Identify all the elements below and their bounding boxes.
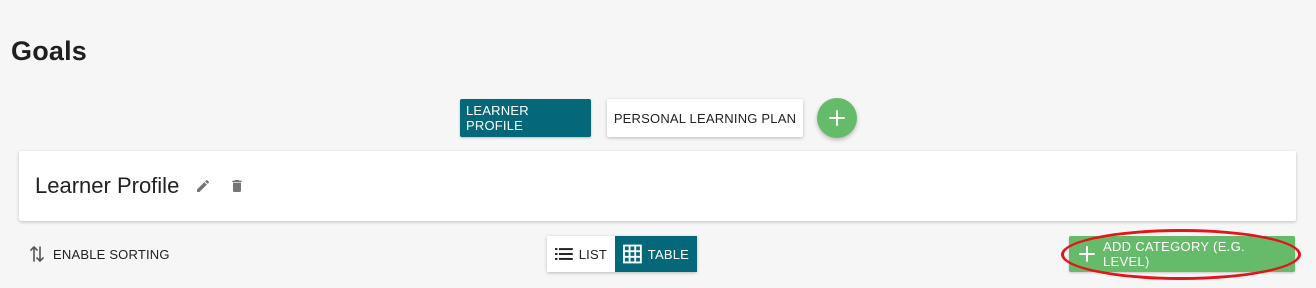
enable-sorting-label: ENABLE SORTING xyxy=(53,246,170,262)
plus-icon xyxy=(829,110,845,126)
view-table-label: TABLE xyxy=(647,246,689,262)
plus-icon xyxy=(1079,246,1095,262)
grid-icon xyxy=(623,244,642,264)
view-list-button[interactable]: LIST xyxy=(547,236,615,272)
add-category-button[interactable]: ADD CATEGORY (E.G. LEVEL) xyxy=(1069,236,1295,272)
add-category-label: ADD CATEGORY (E.G. LEVEL) xyxy=(1102,239,1245,269)
goal-tabs: LEARNER PROFILE PERSONAL LEARNING PLAN xyxy=(460,98,857,138)
delete-button[interactable] xyxy=(226,175,248,197)
add-tab-button[interactable] xyxy=(817,98,857,138)
pencil-icon xyxy=(197,179,210,192)
view-toggle: LIST TABLE xyxy=(547,236,697,272)
list-icon xyxy=(555,248,573,260)
view-list-label: LIST xyxy=(578,246,607,262)
sort-arrows-icon xyxy=(30,246,44,262)
tab-personal-learning-plan[interactable]: PERSONAL LEARNING PLAN xyxy=(607,99,803,137)
card-title: Learner Profile xyxy=(35,173,180,198)
learner-profile-card: Learner Profile xyxy=(19,151,1296,221)
page-title: Goals xyxy=(11,36,88,66)
enable-sorting-button[interactable]: ENABLE SORTING xyxy=(29,244,170,264)
edit-button[interactable] xyxy=(192,175,214,197)
view-table-button[interactable]: TABLE xyxy=(615,236,697,272)
trash-icon xyxy=(232,180,242,192)
tab-learner-profile[interactable]: LEARNER PROFILE xyxy=(460,99,591,137)
